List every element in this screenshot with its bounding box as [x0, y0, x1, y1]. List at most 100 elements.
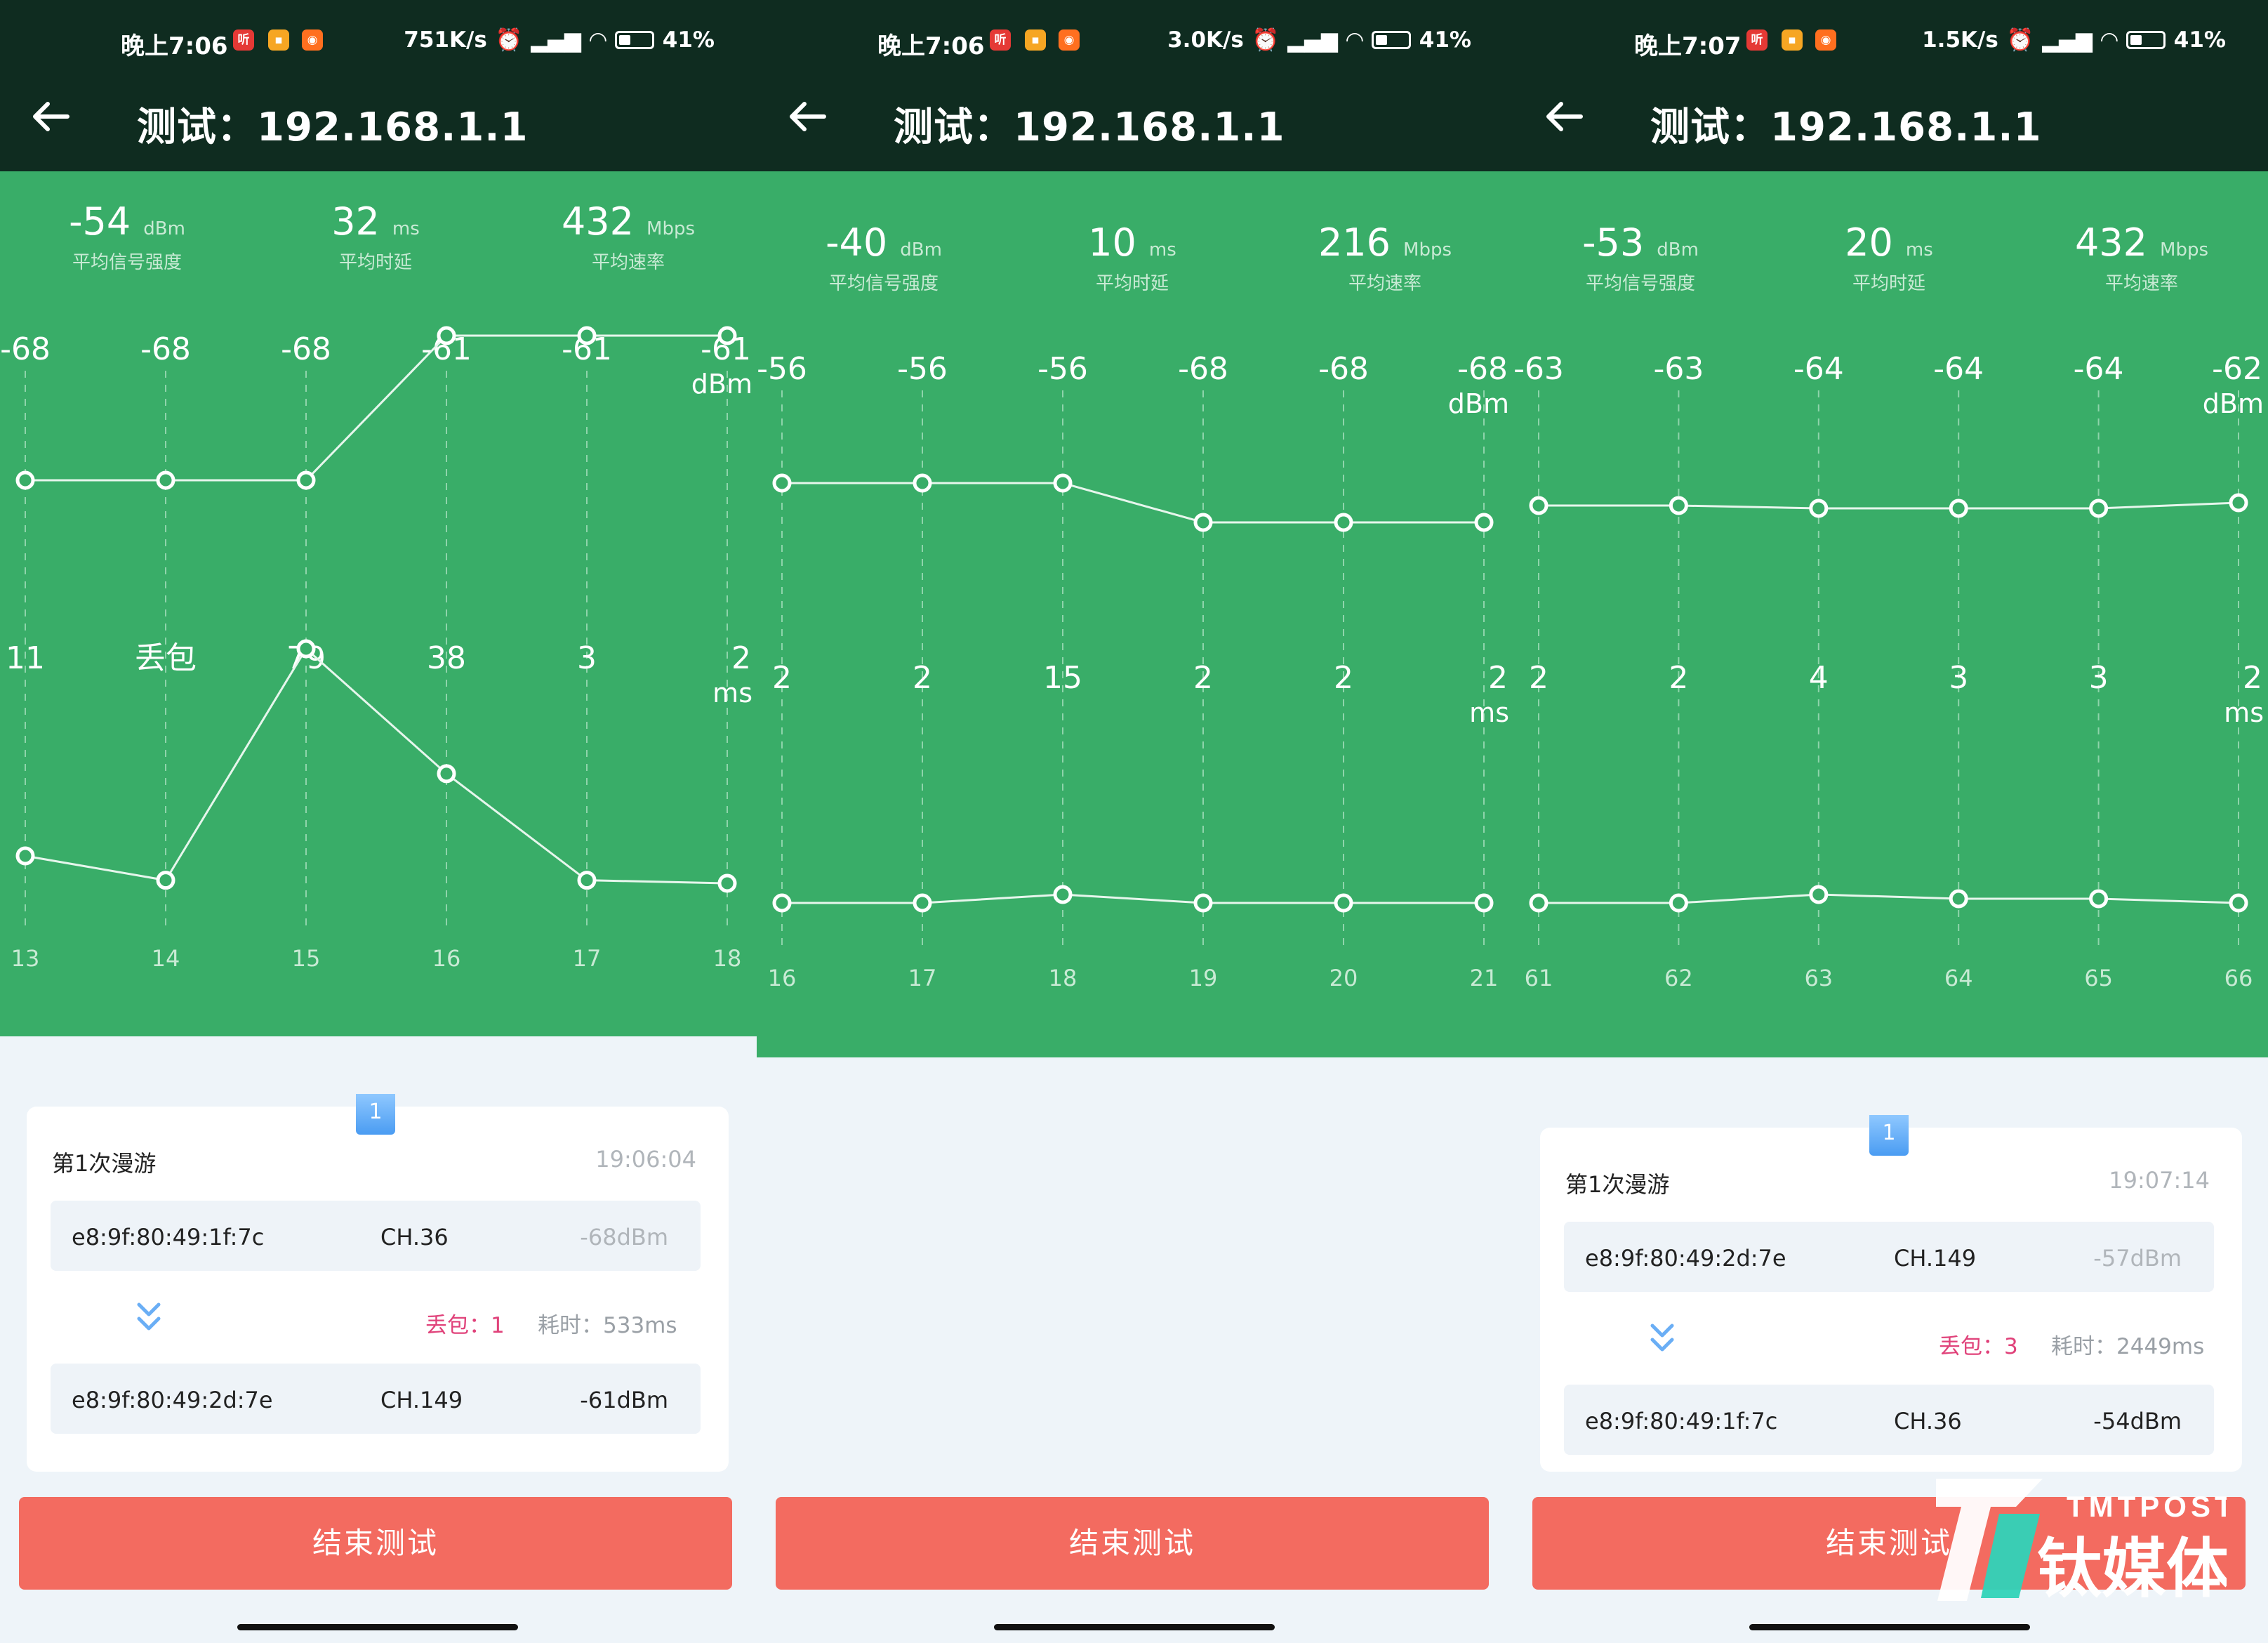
tmtpost-logo-mark: [1936, 1479, 2043, 1601]
status-right: 1.5K/s ⏰ ▂▄▆ ◠ 41%: [1922, 27, 2226, 53]
packet-loss: 丢包：3: [1939, 1334, 2018, 1359]
back-arrow-icon[interactable]: [788, 101, 827, 132]
to-channel: CH.149: [380, 1387, 463, 1413]
x-tick-label: 17: [908, 965, 937, 991]
signal-point: [717, 326, 737, 345]
signal-point: [1053, 473, 1073, 493]
from-mac: e8:9f:80:49:2d:7e: [1585, 1245, 1786, 1272]
latency-point: [772, 893, 792, 913]
signal-unit-label: dBm: [2203, 388, 2264, 419]
signal-value-label: -68: [1178, 351, 1228, 387]
latency-value-label: 丢包: [135, 640, 197, 676]
signal-value-label: -56: [1037, 351, 1088, 387]
wifi-icon: ◠: [1346, 27, 1363, 53]
from-channel: CH.149: [1894, 1245, 1977, 1272]
chart-area: -53 dBm 平均信号强度 20 ms 平均时延 432 Mbps 平均速率 -63…: [1513, 171, 2268, 1057]
wifi-icon: ◠: [2100, 27, 2118, 53]
signal-value-label: -63: [1653, 351, 1704, 387]
signal-value-label: -68: [0, 331, 51, 367]
signal-unit-label: dBm: [1448, 388, 1509, 419]
signal-point: [1949, 499, 1968, 518]
end-test-button[interactable]: 结束测试: [19, 1497, 732, 1590]
to-dbm: -54dBm: [2093, 1408, 2182, 1434]
latency-value-label: 2: [731, 640, 751, 676]
alarm-icon: ⏰: [2006, 27, 2034, 53]
battery-level: 41%: [2173, 27, 2226, 53]
latency-value-label: 3: [577, 640, 597, 676]
battery-icon: [1371, 30, 1411, 49]
roam-title: 第1次漫游: [52, 1150, 157, 1177]
roam-chart: -63 -63 -64 -64 -64 -62dBm2 2 4 3 3 2ms61 62 63 64 65 6…: [1513, 351, 2264, 991]
signal-value-label: -68: [1318, 351, 1369, 387]
latency-point: [15, 846, 35, 866]
latency-point: [1949, 889, 1968, 909]
signal-point: [913, 473, 932, 493]
latency-point: [2229, 893, 2248, 913]
alarm-icon: ⏰: [495, 27, 523, 53]
latency-point: [1529, 893, 1549, 913]
signal-value-label: -64: [2074, 351, 2124, 387]
x-tick-label: 13: [11, 945, 40, 972]
back-arrow-icon[interactable]: [1544, 101, 1584, 132]
signal-point: [1809, 499, 1829, 518]
to-mac: e8:9f:80:49:1f:7c: [1585, 1408, 1778, 1434]
latency-point: [717, 873, 737, 893]
latency-value-label: 2: [2243, 660, 2262, 696]
end-test-button[interactable]: 结束测试: [776, 1497, 1489, 1590]
latency-value-label: 2: [1669, 660, 1688, 696]
signal-point: [772, 473, 792, 493]
signal-line: [782, 482, 1484, 524]
signal-point: [1193, 513, 1213, 532]
logo-text-cn: 钛媒体: [2037, 1531, 2227, 1606]
x-tick-label: 63: [1804, 965, 1833, 991]
x-tick-label: 15: [292, 945, 321, 972]
home-indicator[interactable]: [1749, 1624, 2030, 1630]
x-tick-label: 62: [1664, 965, 1693, 991]
page-title: 测试：192.168.1.1: [137, 105, 529, 150]
x-tick-label: 65: [2084, 965, 2113, 991]
signal-icon: ▂▄▆: [1287, 27, 1338, 53]
signal-point: [577, 326, 597, 345]
roam-duration: 耗时：2449ms: [2051, 1334, 2205, 1359]
x-tick-label: 61: [1525, 965, 1553, 991]
latency-point: [913, 893, 932, 913]
signal-point: [437, 326, 456, 345]
signal-line: [1539, 501, 2239, 510]
latency-value-label: 38: [427, 640, 466, 676]
status-time: 晚上7:06: [121, 32, 228, 60]
status-right: 3.0K/s ⏰ ▂▄▆ ◠ 41%: [1167, 27, 1471, 53]
roam-chart: -56 -56 -56 -68 -68 -68dBm2 2 15 2 2 2ms16 17 18 19 20…: [757, 351, 1509, 991]
signal-point: [1474, 513, 1494, 532]
signal-value-label: -64: [1793, 351, 1844, 387]
x-tick-label: 16: [768, 965, 797, 991]
latency-value-label: 2: [1334, 660, 1353, 696]
message-notification-icon: ▪: [1025, 29, 1046, 51]
x-tick-label: 14: [152, 945, 180, 972]
roam-card: 1 第1次漫游 19:06:04 e8:9f:80:49:1f:7c CH.36…: [27, 1094, 729, 1472]
back-arrow-icon[interactable]: [31, 101, 70, 132]
chart-area: -54 dBm 平均信号强度 32 ms 平均时延 432 Mbps 平均速率 -68…: [0, 171, 757, 1036]
from-mac: e8:9f:80:49:1f:7c: [72, 1224, 265, 1251]
signal-value-label: -64: [1933, 351, 1984, 387]
roam-transition: 丢包：1 耗时：533ms: [51, 1271, 701, 1364]
signal-icon: ▂▄▆: [531, 27, 581, 53]
double-chevron-down-icon: [1650, 1324, 1674, 1352]
status-time: 晚上7:06: [877, 32, 985, 60]
roam-from-row: e8:9f:80:49:1f:7c CH.36 -68dBm: [51, 1201, 701, 1271]
home-indicator[interactable]: [994, 1624, 1275, 1630]
latency-value-label: 2: [1488, 660, 1508, 696]
latency-line: [1539, 893, 2239, 904]
network-speed: 3.0K/s: [1167, 27, 1244, 53]
roam-badge: 1: [356, 1094, 395, 1135]
signal-line: [25, 334, 727, 482]
latency-point: [437, 764, 456, 784]
app-notification-icon: 听: [233, 29, 254, 51]
status-bar: 晚上7:07 听 ▪ ◉ 1.5K/s ⏰ ▂▄▆ ◠ 41%: [1513, 0, 2268, 62]
battery-level: 41%: [1419, 27, 1471, 53]
home-indicator[interactable]: [237, 1624, 518, 1630]
status-bar: 晚上7:06 听 ▪ ◉ 751K/s ⏰ ▂▄▆ ◠ 41%: [0, 0, 757, 62]
latency-point: [1809, 885, 1829, 904]
page-title: 测试：192.168.1.1: [894, 105, 1285, 150]
roam-badge: 1: [1869, 1115, 1909, 1156]
latency-value-label: 11: [6, 640, 45, 676]
